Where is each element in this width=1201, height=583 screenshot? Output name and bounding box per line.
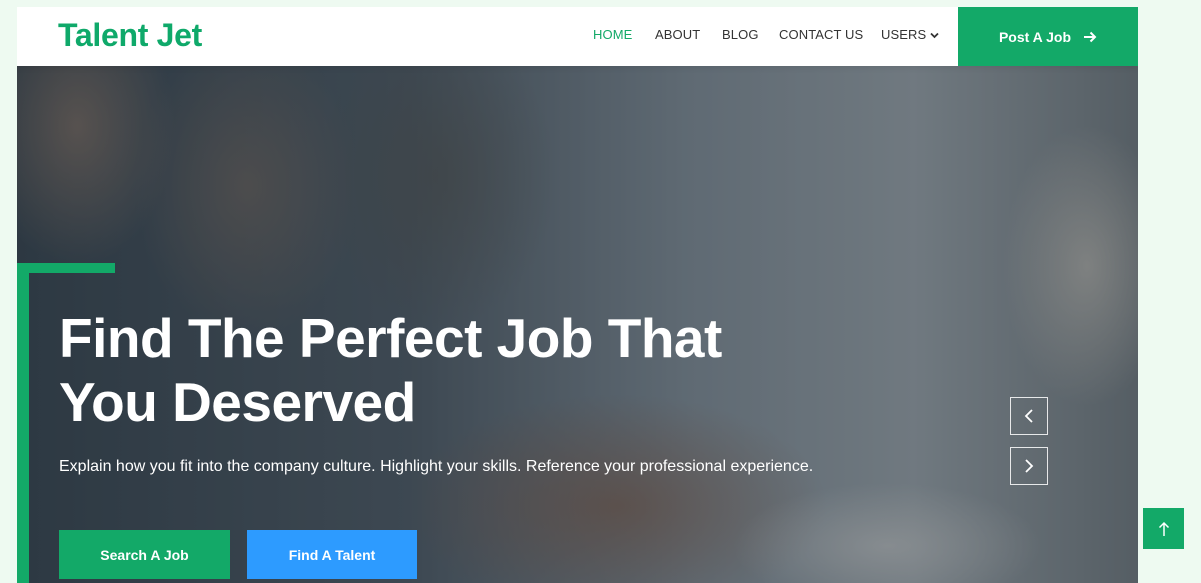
nav-contact-us[interactable]: CONTACT US	[779, 27, 863, 42]
arrow-right-icon	[1084, 31, 1097, 42]
top-navbar: Talent Jet HOME ABOUT BLOG CONTACT US US…	[17, 7, 1138, 66]
chevron-right-icon	[1025, 459, 1034, 473]
chevron-left-icon	[1024, 409, 1033, 423]
hero-accent-bar-top	[17, 263, 115, 273]
arrow-up-icon	[1158, 521, 1169, 536]
slider-prev-button[interactable]	[1010, 397, 1048, 435]
scroll-to-top-button[interactable]	[1143, 508, 1184, 549]
page-frame: Talent Jet HOME ABOUT BLOG CONTACT US US…	[17, 7, 1138, 583]
chevron-down-icon	[930, 32, 939, 39]
hero-headline-line1: Find The Perfect Job That	[59, 307, 722, 369]
hero-accent-bar-left	[17, 263, 29, 583]
post-job-label: Post A Job	[998, 28, 1072, 45]
nav-about[interactable]: ABOUT	[655, 27, 700, 42]
hero-banner: Find The Perfect Job That You Deserved E…	[17, 66, 1138, 583]
hero-headline-line2: You Deserved	[59, 371, 416, 433]
nav-users-label: USERS	[881, 27, 927, 42]
slider-next-button[interactable]	[1010, 447, 1048, 485]
search-job-button[interactable]: Search A Job	[59, 530, 230, 579]
find-talent-button[interactable]: Find A Talent	[247, 530, 417, 579]
nav-home[interactable]: HOME	[593, 27, 632, 42]
site-logo[interactable]: Talent Jet	[58, 17, 202, 54]
hero-headline: Find The Perfect Job That You Deserved	[59, 306, 819, 434]
nav-users-dropdown[interactable]: USERS	[881, 27, 939, 42]
post-job-button[interactable]: Post A Job	[958, 7, 1138, 66]
hero-subtext: Explain how you fit into the company cul…	[59, 458, 814, 475]
nav-blog[interactable]: BLOG	[722, 27, 759, 42]
